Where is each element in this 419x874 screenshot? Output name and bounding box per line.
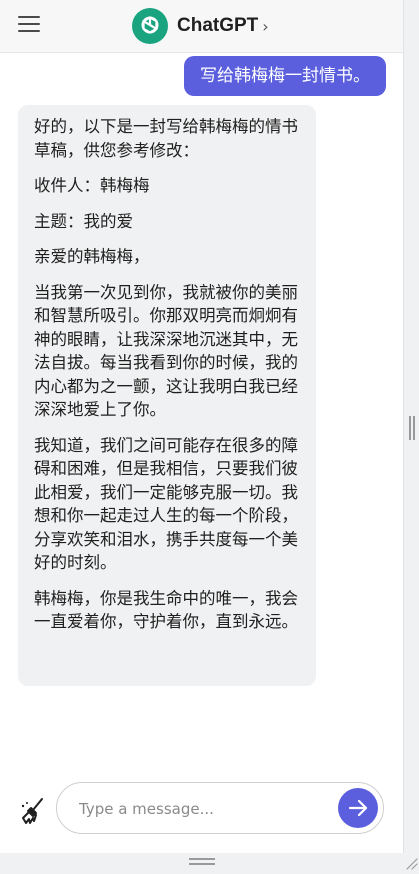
- chat-window: ChatGPT › 写给韩梅梅一封情书。 好的，以下是一封写给韩梅梅的情书草稿，…: [0, 0, 404, 853]
- message-input[interactable]: [77, 796, 321, 822]
- broom-icon[interactable]: [20, 797, 46, 825]
- bottom-resize-handle[interactable]: [189, 858, 215, 866]
- message-input-container: [56, 782, 384, 834]
- header: ChatGPT ›: [0, 0, 403, 53]
- corner-resize-grip-icon[interactable]: [405, 855, 418, 870]
- assistant-paragraph: 韩梅梅，你是我生命中的唯一，我会一直爱着你，守护着你，直到永远。: [34, 588, 298, 632]
- assistant-paragraph: 收件人：韩梅梅: [34, 176, 150, 195]
- user-message: 写给韩梅梅一封情书。: [184, 56, 386, 96]
- message-list: 写给韩梅梅一封情书。 好的，以下是一封写给韩梅梅的情书草稿，供您参考修改： 收件…: [0, 53, 403, 773]
- assistant-paragraph: 好的，以下是一封写给韩梅梅的情书草稿，供您参考修改：: [34, 117, 298, 160]
- assistant-paragraph: 当我第一次见到你，我就被你的美丽和智慧所吸引。你那双明亮而炯炯有神的眼睛，让我深…: [34, 282, 298, 420]
- app-title: ChatGPT: [177, 15, 259, 36]
- assistant-paragraph: 亲爱的韩梅梅，: [34, 247, 150, 266]
- assistant-message: 好的，以下是一封写给韩梅梅的情书草稿，供您参考修改： 收件人：韩梅梅 主题：我的…: [18, 105, 316, 686]
- assistant-paragraph: 我知道，我们之间可能存在很多的障碍和困难，但是我相信，只要我们彼此相爱，我们一定…: [34, 435, 298, 573]
- assistant-paragraph: 主题：我的爱: [34, 211, 133, 231]
- send-button[interactable]: [338, 788, 378, 828]
- openai-logo-icon: [132, 8, 168, 44]
- composer: [0, 773, 403, 853]
- model-selector[interactable]: ChatGPT ›: [132, 8, 269, 44]
- arrow-right-icon: [348, 799, 368, 817]
- chevron-right-icon: ›: [262, 16, 269, 36]
- side-resize-handle[interactable]: [409, 416, 415, 440]
- hamburger-icon[interactable]: [18, 16, 40, 36]
